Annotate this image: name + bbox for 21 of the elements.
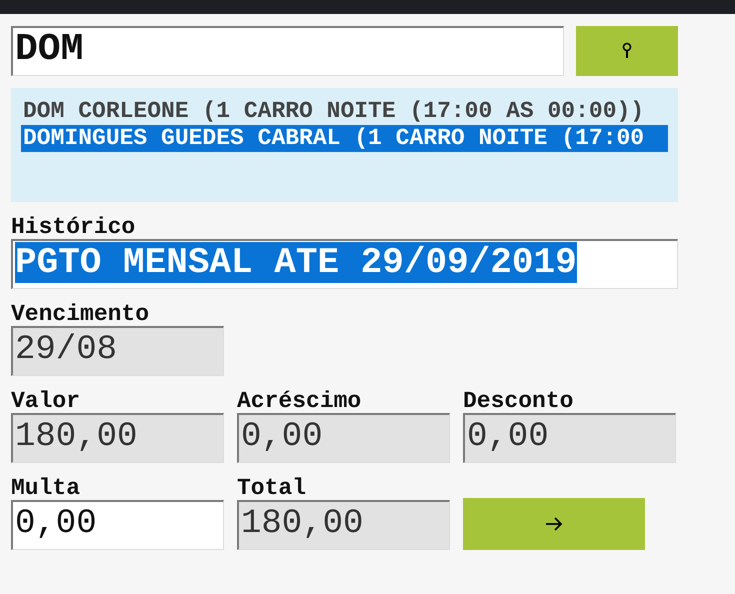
field-label: Desconto <box>463 389 574 413</box>
field-label: Histórico <box>11 215 136 239</box>
field-label: Multa <box>11 476 82 500</box>
result-item[interactable]: DOM CORLEONE (1 CARRO NOITE (17:00 AS 00:00)) <box>21 98 646 125</box>
search-field[interactable]: DOM <box>11 26 564 76</box>
field-label: Vencimento <box>11 302 150 326</box>
next-button[interactable] <box>463 498 645 550</box>
input-field[interactable]: 180,00 <box>11 413 224 463</box>
input-field[interactable]: PGTO MENSAL ATE 29/09/2019 <box>11 239 678 289</box>
input-field[interactable]: 29/08 <box>11 326 224 376</box>
arrow-icon <box>545 517 563 531</box>
input-field[interactable]: 0,00 <box>11 500 224 550</box>
search-icon <box>622 42 632 60</box>
search-button[interactable] <box>576 26 678 76</box>
result-item[interactable]: DOMINGUES GUEDES CABRAL (1 CARRO NOITE (17:00 <box>21 125 668 152</box>
input-field[interactable]: 180,00 <box>237 500 450 550</box>
field-label: Valor <box>11 389 82 413</box>
input-field[interactable]: 0,00 <box>237 413 450 463</box>
field-label: Total <box>237 476 308 500</box>
field-label: Acréscimo <box>237 389 362 413</box>
input-field[interactable]: 0,00 <box>463 413 676 463</box>
